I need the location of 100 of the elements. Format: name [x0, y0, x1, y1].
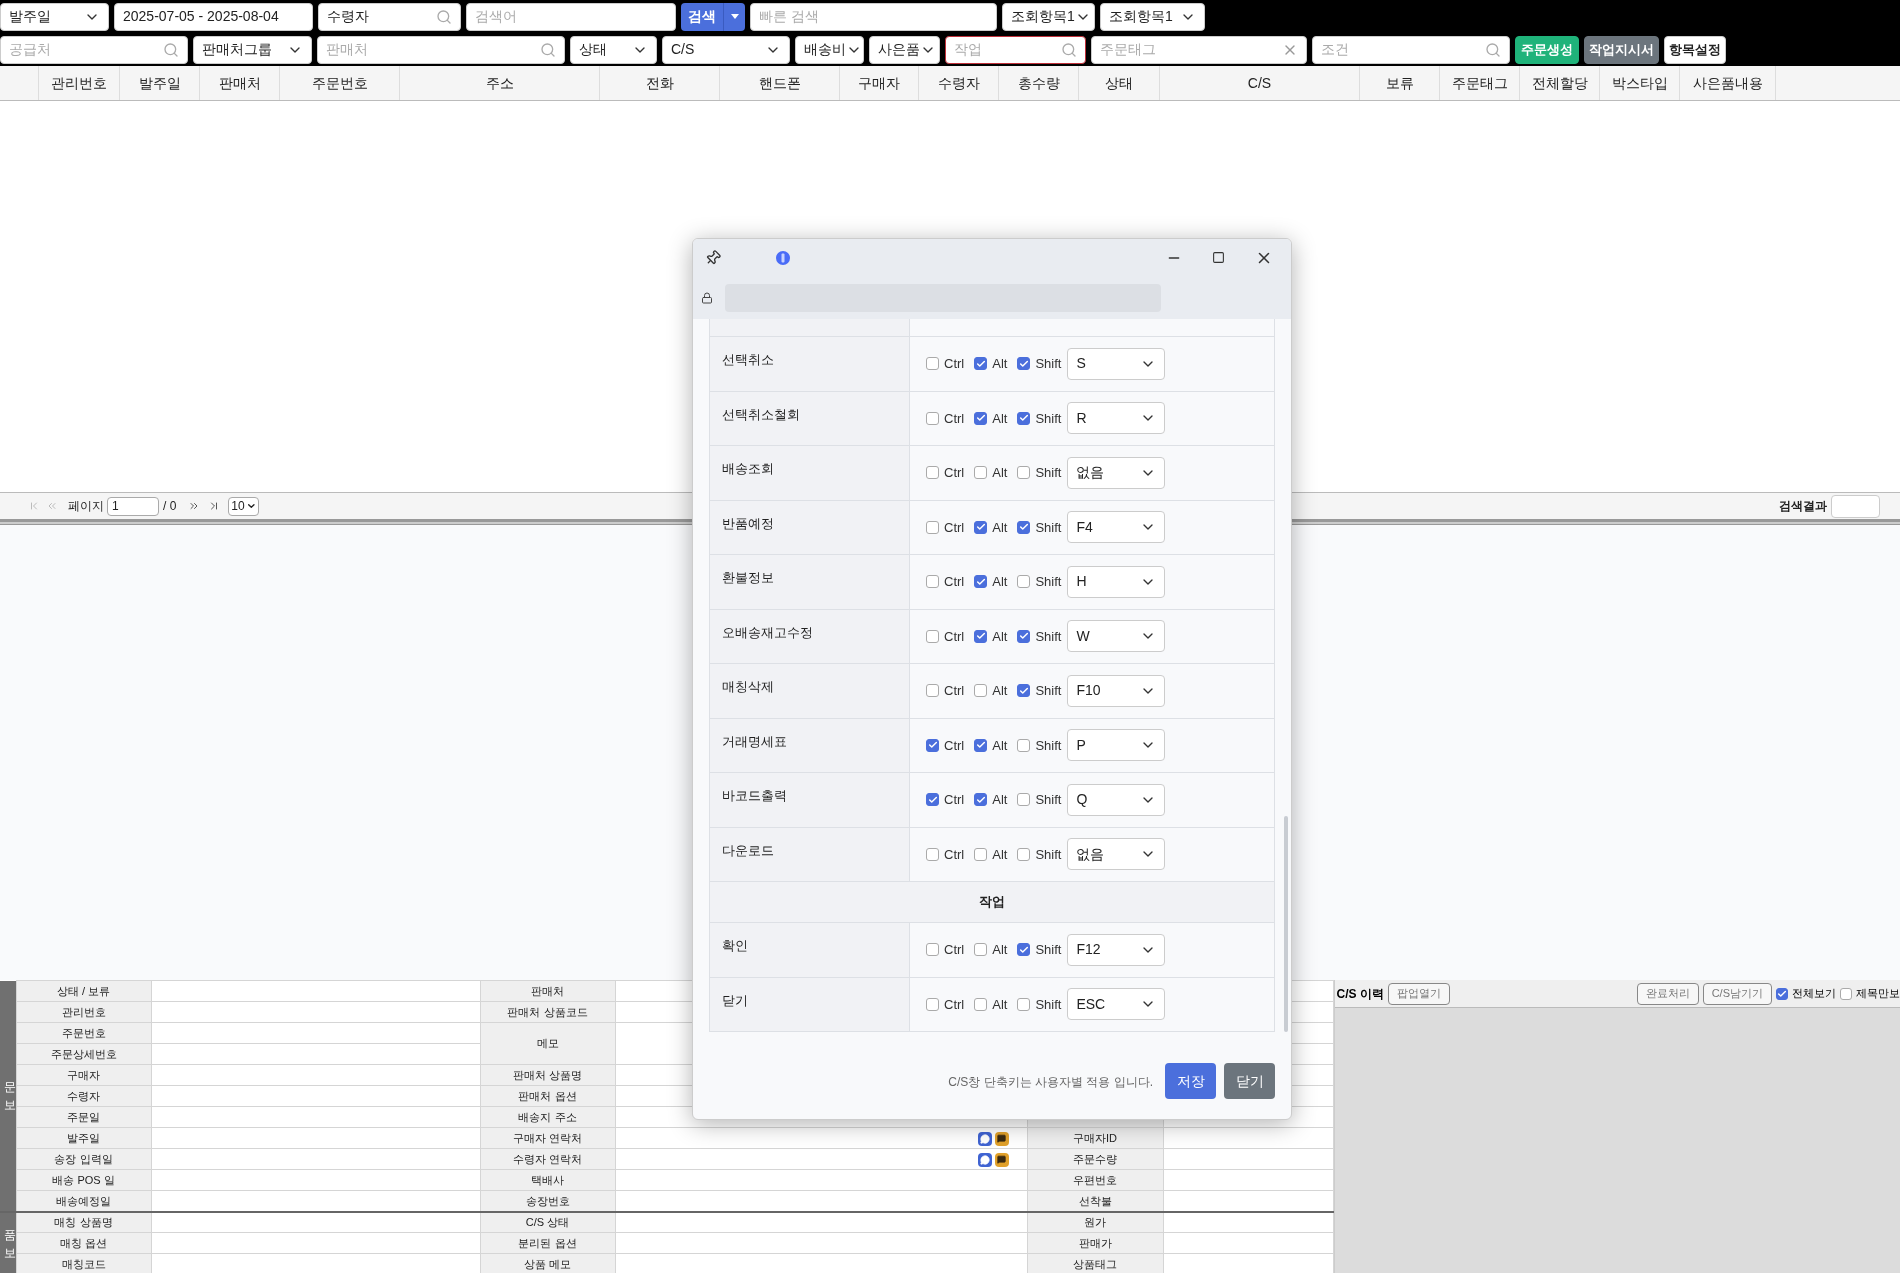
column-header[interactable]: 수령자 [919, 66, 999, 100]
checkbox[interactable] [1840, 987, 1852, 1000]
shortcut-label: 오배송재고수정 [722, 624, 813, 640]
chat-bubble-icon[interactable] [994, 1131, 1009, 1146]
page-size-select[interactable]: 10 [228, 496, 260, 516]
checkbox[interactable] [926, 411, 939, 425]
column-header[interactable]: 발주일 [120, 66, 200, 100]
checkbox[interactable] [1017, 520, 1031, 534]
checkbox[interactable] [974, 575, 988, 589]
column-header[interactable]: 주문번호 [280, 66, 400, 100]
key-select[interactable]: W [1067, 620, 1166, 653]
chat-bubble-icon[interactable] [994, 1152, 1009, 1167]
select-field[interactable]: 사은품 [869, 35, 940, 64]
checkbox[interactable] [974, 629, 988, 643]
checkbox[interactable] [1017, 684, 1031, 698]
result-field[interactable] [1831, 494, 1880, 518]
dropdown-toggle[interactable] [723, 2, 745, 31]
select-field[interactable]: C/S [662, 35, 790, 64]
column-header[interactable]: 보류 [1360, 66, 1440, 100]
column-header[interactable]: 주소 [400, 66, 600, 100]
column-header[interactable]: 핸드폰 [720, 66, 840, 100]
checkbox[interactable] [1017, 575, 1031, 589]
checkbox[interactable] [974, 520, 988, 534]
key-select[interactable]: H [1067, 565, 1166, 598]
select-field[interactable]: 조회항목1 [1100, 2, 1205, 31]
column-header[interactable]: C/S [1160, 66, 1360, 100]
checkbox[interactable] [974, 943, 988, 957]
key-select[interactable]: S [1067, 347, 1166, 380]
checkbox-label: Shift [1035, 464, 1062, 482]
dialog-button[interactable]: 저장 [1165, 1063, 1216, 1099]
search-field[interactable]: 수령자 [318, 2, 461, 31]
field-label: 주문일 [16, 1106, 151, 1128]
column-header[interactable]: 전화 [600, 66, 720, 100]
column-header[interactable]: 총수량 [999, 66, 1079, 100]
search-button[interactable]: 검색 [681, 2, 723, 31]
checkbox[interactable] [974, 466, 988, 480]
checkbox[interactable] [1017, 793, 1031, 807]
checkbox[interactable] [1017, 738, 1031, 752]
checkbox[interactable] [974, 793, 988, 807]
checkbox[interactable] [926, 629, 939, 643]
checkbox[interactable] [1017, 943, 1031, 957]
checkbox[interactable] [926, 943, 939, 957]
checkbox[interactable] [974, 997, 988, 1011]
key-select[interactable]: R [1067, 402, 1166, 435]
column-header[interactable]: 사은품내용 [1680, 66, 1776, 100]
key-select[interactable]: F10 [1067, 674, 1166, 707]
popup-button[interactable]: 팝업열기 [1387, 982, 1450, 1005]
checkbox[interactable] [974, 357, 988, 371]
select-field[interactable]: 상태 [570, 35, 657, 64]
checkbox[interactable] [1017, 629, 1031, 643]
key-select[interactable]: F4 [1067, 511, 1166, 544]
key-select[interactable]: F12 [1067, 933, 1166, 966]
checkbox[interactable] [974, 847, 988, 861]
checkbox[interactable] [1017, 466, 1031, 480]
checkbox[interactable] [926, 684, 939, 698]
input-field[interactable]: 2025-07-05 - 2025-08-04 [114, 2, 313, 31]
checkbox[interactable] [1017, 411, 1031, 425]
checkbox[interactable] [926, 466, 939, 480]
checkbox[interactable] [926, 520, 939, 534]
checkbox[interactable] [974, 411, 988, 425]
key-select[interactable]: Q [1067, 783, 1166, 816]
key-select[interactable]: P [1067, 729, 1166, 762]
checkbox[interactable] [974, 738, 988, 752]
select-field[interactable]: 발주일 [0, 2, 109, 31]
column-header[interactable]: 판매처 [200, 66, 280, 100]
column-header[interactable]: 전체할당 [1520, 66, 1600, 100]
panel-title: C/S 이력 [1336, 985, 1384, 1003]
checkbox[interactable] [974, 684, 988, 698]
select-field[interactable]: 배송비 [795, 35, 864, 64]
dialog-button[interactable]: 닫기 [1224, 1063, 1275, 1099]
toolbar-button[interactable]: 항목설정 [1664, 35, 1726, 64]
key-select[interactable]: ESC [1067, 988, 1166, 1021]
page-input[interactable]: 1 [107, 496, 159, 516]
toolbar-button[interactable]: 작업지시서 [1584, 35, 1659, 64]
checkbox[interactable] [1776, 987, 1788, 1000]
checkbox-label: Ctrl [944, 845, 965, 864]
column-header[interactable]: 상태 [1079, 66, 1160, 100]
checkbox[interactable] [1017, 847, 1031, 861]
maximize-icon[interactable] [1212, 251, 1225, 264]
chat-icon[interactable] [977, 1131, 992, 1146]
column-header[interactable]: 구매자 [840, 66, 919, 100]
cs-button[interactable]: 완료처리 [1636, 982, 1699, 1005]
column-header[interactable]: 주문태그 [1440, 66, 1520, 100]
column-header[interactable]: 관리번호 [39, 66, 120, 100]
checkbox[interactable] [926, 997, 939, 1011]
chat-icon[interactable] [977, 1152, 992, 1167]
checkbox[interactable] [926, 793, 939, 807]
key-select[interactable]: 없음 [1067, 456, 1166, 489]
checkbox[interactable] [926, 738, 939, 752]
key-select[interactable]: 없음 [1067, 838, 1166, 871]
checkbox[interactable] [926, 847, 939, 861]
select-field[interactable]: 판매처그룹 [193, 35, 312, 64]
scrollbar[interactable] [1284, 816, 1288, 1032]
cs-button[interactable]: C/S남기기 [1702, 982, 1772, 1005]
checkbox[interactable] [926, 575, 939, 589]
checkbox[interactable] [926, 357, 939, 371]
checkbox[interactable] [1017, 357, 1031, 371]
checkbox[interactable] [1017, 997, 1031, 1011]
column-header[interactable]: 박스타입 [1600, 66, 1680, 100]
select-field[interactable]: 조회항목1 [1002, 2, 1095, 31]
